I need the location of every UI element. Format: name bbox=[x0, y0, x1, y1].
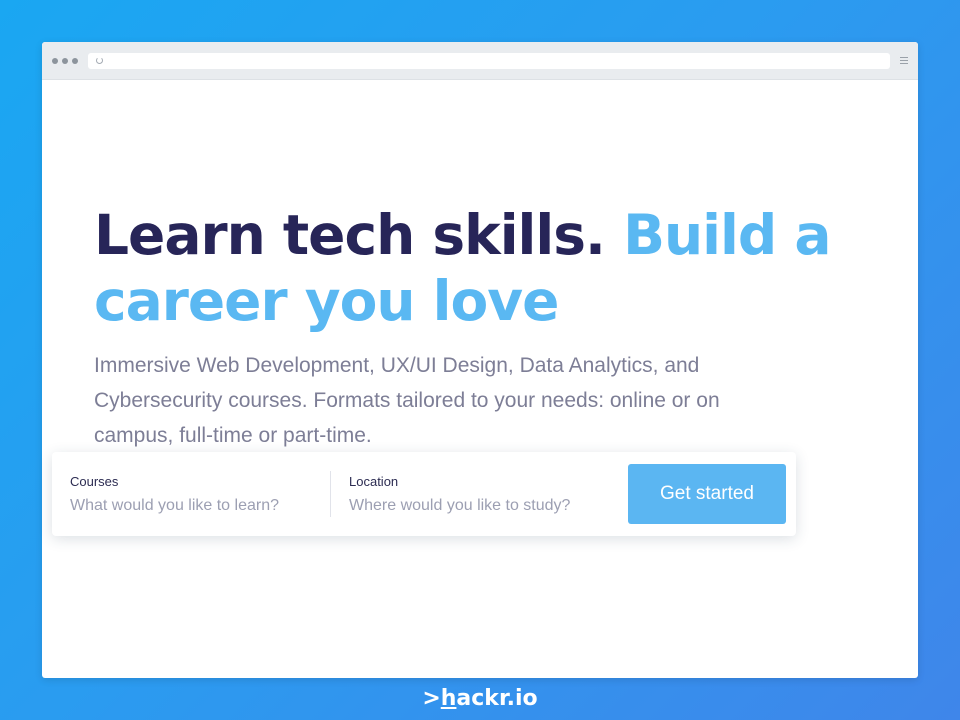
browser-toolbar bbox=[42, 42, 918, 80]
browser-window: Learn tech skills. Build a career you lo… bbox=[42, 42, 918, 678]
courses-input[interactable] bbox=[70, 496, 320, 515]
hero-headline: Learn tech skills. Build a career you lo… bbox=[94, 202, 854, 334]
get-started-button[interactable]: Get started bbox=[628, 464, 786, 524]
courses-field: Courses bbox=[52, 470, 330, 518]
window-controls[interactable] bbox=[52, 57, 78, 64]
course-search-form: Courses Location Get started bbox=[52, 452, 796, 536]
window-dot-icon[interactable] bbox=[52, 57, 58, 64]
location-field: Location bbox=[331, 470, 627, 518]
reload-icon[interactable] bbox=[96, 57, 103, 64]
hamburger-menu-icon[interactable] bbox=[900, 56, 908, 65]
hackr-logo: >hackr.io bbox=[0, 686, 960, 711]
courses-label: Courses bbox=[70, 473, 119, 489]
window-dot-icon[interactable] bbox=[72, 57, 78, 64]
logo-prefix: > bbox=[422, 686, 441, 711]
window-dot-icon[interactable] bbox=[62, 57, 68, 64]
location-input[interactable] bbox=[349, 496, 599, 515]
location-label: Location bbox=[349, 473, 399, 489]
logo-text: ackr.io bbox=[456, 686, 538, 711]
logo-underlined-letter: h bbox=[440, 686, 457, 711]
hero-section: Learn tech skills. Build a career you lo… bbox=[94, 202, 854, 453]
headline-primary: Learn tech skills. bbox=[94, 203, 606, 267]
hero-subtitle: Immersive Web Development, UX/UI Design,… bbox=[94, 354, 720, 447]
address-bar[interactable] bbox=[88, 52, 890, 69]
